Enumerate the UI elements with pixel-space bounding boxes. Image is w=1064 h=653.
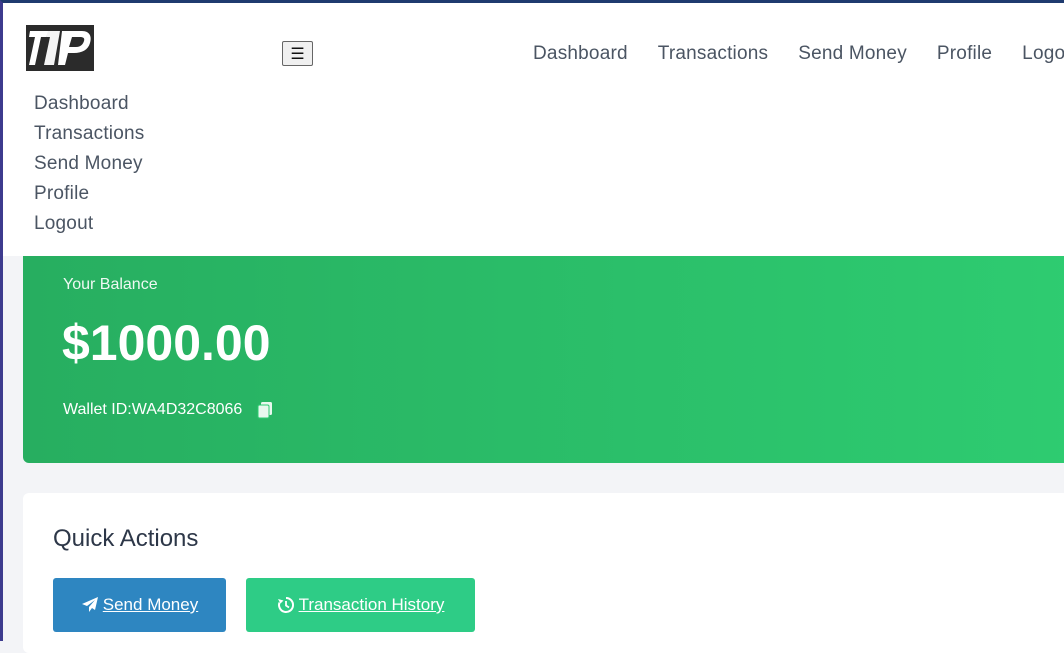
menu-toggle-button[interactable]: ☰	[282, 41, 313, 66]
hamburger-icon: ☰	[290, 45, 305, 63]
collapsed-navigation: Dashboard Transactions Send Money Profil…	[34, 89, 144, 239]
wallet-id: Wallet ID:WA4D32C8066	[63, 401, 274, 419]
transaction-history-label: Transaction History	[298, 595, 445, 614]
top-navigation: Dashboard Transactions Send Money Profil…	[533, 43, 1064, 65]
paper-plane-icon	[81, 597, 98, 612]
logo-icon	[26, 25, 94, 71]
side-nav-send-money[interactable]: Send Money	[34, 149, 144, 179]
wallet-id-text: Wallet ID:WA4D32C8066	[63, 401, 243, 418]
send-money-label: Send Money	[102, 595, 199, 614]
transaction-history-button[interactable]: Transaction History	[246, 578, 475, 632]
copy-icon[interactable]	[256, 401, 274, 419]
brand-logo[interactable]	[26, 25, 94, 71]
top-nav-logout[interactable]: Logout	[1022, 43, 1064, 65]
balance-label: Your Balance	[63, 276, 158, 293]
quick-actions-title: Quick Actions	[53, 525, 199, 552]
side-nav-transactions[interactable]: Transactions	[34, 119, 144, 149]
balance-amount: $1000.00	[62, 315, 271, 371]
side-nav-profile[interactable]: Profile	[34, 179, 144, 209]
history-icon	[277, 596, 294, 613]
balance-card: Your Balance $1000.00 Wallet ID:WA4D32C8…	[23, 256, 1064, 463]
top-nav-profile[interactable]: Profile	[937, 43, 992, 65]
site-header: ☰ Dashboard Transactions Send Money Prof…	[3, 3, 1064, 256]
side-nav-dashboard[interactable]: Dashboard	[34, 89, 144, 119]
top-nav-send-money[interactable]: Send Money	[798, 43, 907, 65]
side-nav-logout[interactable]: Logout	[34, 209, 144, 239]
top-nav-transactions[interactable]: Transactions	[658, 43, 768, 65]
send-money-button[interactable]: Send Money	[53, 578, 226, 632]
top-nav-dashboard[interactable]: Dashboard	[533, 43, 628, 65]
quick-actions-card: Quick Actions Send Money Transaction His…	[23, 493, 1064, 653]
